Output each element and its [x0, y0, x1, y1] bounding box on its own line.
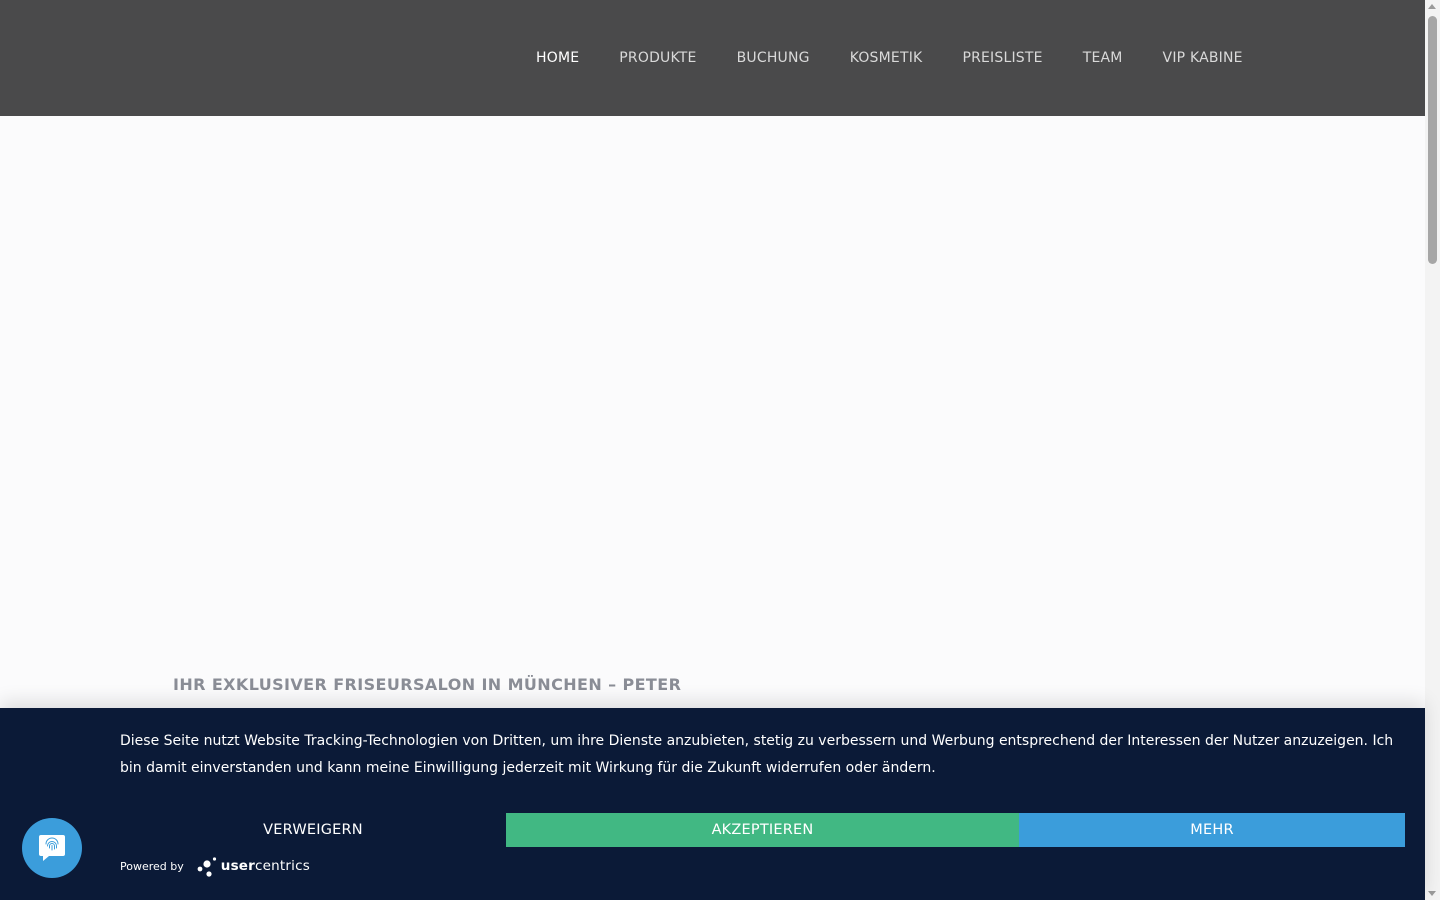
nav-item-kosmetik[interactable]: KOSMETIK: [850, 48, 923, 68]
nav-item-team[interactable]: TEAM: [1083, 48, 1123, 68]
cookie-banner: Diese Seite nutzt Website Tracking-Techn…: [0, 708, 1425, 900]
usercentrics-wordmark: usercentrics: [220, 858, 310, 874]
powered-by: Powered by usercentrics: [120, 854, 310, 878]
fingerprint-chat-icon: [39, 835, 65, 861]
cookie-consent-text: Diese Seite nutzt Website Tracking-Techn…: [120, 733, 1394, 776]
hero-section: [0, 116, 1425, 708]
nav-item-produkte[interactable]: PRODUKTE: [619, 48, 696, 68]
nav-item-preisliste[interactable]: PREISLISTE: [962, 48, 1042, 68]
page-scrollbar[interactable]: [1425, 0, 1440, 900]
nav-item-home[interactable]: HOME: [536, 48, 579, 68]
page-headline: IHR EXKLUSIVER FRISEURSALON IN MÜNCHEN –…: [173, 675, 682, 694]
main-nav: HOME PRODUKTE BUCHUNG KOSMETIK PREISLIST…: [536, 48, 1243, 68]
scroll-down-icon[interactable]: [1428, 891, 1436, 896]
usercentrics-logo[interactable]: usercentrics: [196, 854, 310, 878]
powered-by-label: Powered by: [120, 859, 184, 873]
privacy-settings-button[interactable]: [22, 818, 82, 878]
usercentrics-logo-icon: [197, 857, 216, 877]
more-button[interactable]: MEHR: [1019, 813, 1405, 847]
scroll-up-icon[interactable]: [1428, 4, 1436, 9]
accept-button[interactable]: AKZEPTIEREN: [506, 813, 1019, 847]
scroll-thumb[interactable]: [1428, 16, 1437, 264]
deny-button[interactable]: VERWEIGERN: [120, 813, 506, 847]
site-header: HOME PRODUKTE BUCHUNG KOSMETIK PREISLIST…: [0, 0, 1425, 116]
nav-item-buchung[interactable]: BUCHUNG: [737, 48, 810, 68]
nav-item-vip-kabine[interactable]: VIP KABINE: [1163, 48, 1243, 68]
